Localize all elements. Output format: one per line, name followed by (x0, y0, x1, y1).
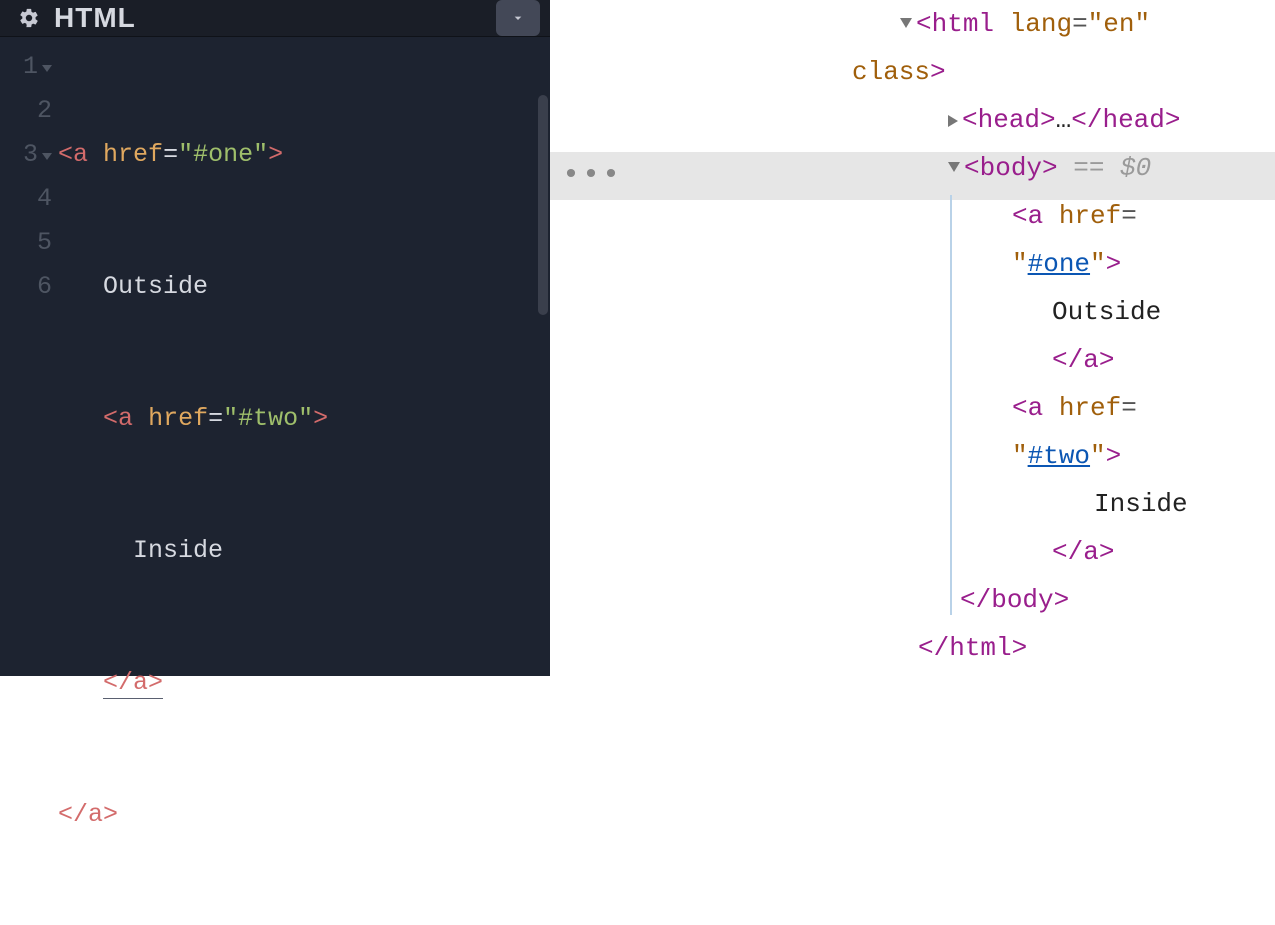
dom-node-html-close[interactable]: </html> (900, 624, 1188, 672)
dom-text-inside[interactable]: Inside (900, 480, 1188, 528)
line-number-gutter: 1 2 3 4 5 6 (0, 45, 58, 925)
dom-text-outside[interactable]: Outside (900, 288, 1188, 336)
dom-node-a-one-close[interactable]: </a> (900, 336, 1188, 384)
code-line: </a> (58, 793, 550, 837)
dom-node-a-two-close[interactable]: </a> (900, 528, 1188, 576)
line-number: 4 (37, 177, 52, 221)
code-line: <a href="#two"> (58, 397, 550, 441)
dom-node-a-two[interactable]: <a href= (900, 384, 1188, 432)
dom-node-a-two-cont[interactable]: "#two"> (900, 432, 1188, 480)
editor-panel: HTML 1 2 3 4 5 6 <a href="#one"> Outside… (0, 0, 550, 676)
dom-node-html-cont[interactable]: class> (900, 48, 1188, 96)
disclosure-triangle-icon[interactable] (948, 162, 960, 172)
gear-icon[interactable] (18, 7, 40, 29)
line-number: 5 (37, 221, 52, 265)
line-number: 1 (23, 45, 38, 89)
code-line: Inside (58, 529, 550, 573)
code-line: Outside (58, 265, 550, 309)
editor-title: HTML (54, 2, 136, 34)
dom-node-html[interactable]: <html lang="en" (900, 0, 1188, 48)
editor-header: HTML (0, 0, 550, 37)
line-number: 6 (37, 265, 52, 309)
devtools-panel: ••• <html lang="en" class> <head>…</head… (550, 0, 1275, 676)
dom-node-a-one-cont[interactable]: "#one"> (900, 240, 1188, 288)
code-content[interactable]: <a href="#one"> Outside <a href="#two"> … (58, 45, 550, 925)
code-line: <a href="#one"> (58, 133, 550, 177)
fold-icon[interactable] (42, 153, 52, 160)
line-number: 2 (37, 89, 52, 133)
disclosure-triangle-icon[interactable] (900, 18, 912, 28)
code-line: </a> (58, 661, 550, 705)
code-area[interactable]: 1 2 3 4 5 6 <a href="#one"> Outside <a h… (0, 37, 550, 925)
disclosure-triangle-icon[interactable] (948, 115, 958, 127)
line-number: 3 (23, 133, 38, 177)
chevron-down-icon (510, 10, 526, 26)
fold-icon[interactable] (42, 65, 52, 72)
dom-node-body[interactable]: <body> == $0 (900, 144, 1188, 192)
dom-tree[interactable]: <html lang="en" class> <head>…</head> <b… (550, 0, 1188, 676)
dom-node-body-close[interactable]: </body> (900, 576, 1188, 624)
dom-node-a-one[interactable]: <a href= (900, 192, 1188, 240)
editor-header-left: HTML (18, 2, 136, 34)
editor-scrollbar[interactable] (538, 95, 548, 315)
collapse-button[interactable] (496, 0, 540, 36)
dom-node-head[interactable]: <head>…</head> (900, 96, 1188, 144)
